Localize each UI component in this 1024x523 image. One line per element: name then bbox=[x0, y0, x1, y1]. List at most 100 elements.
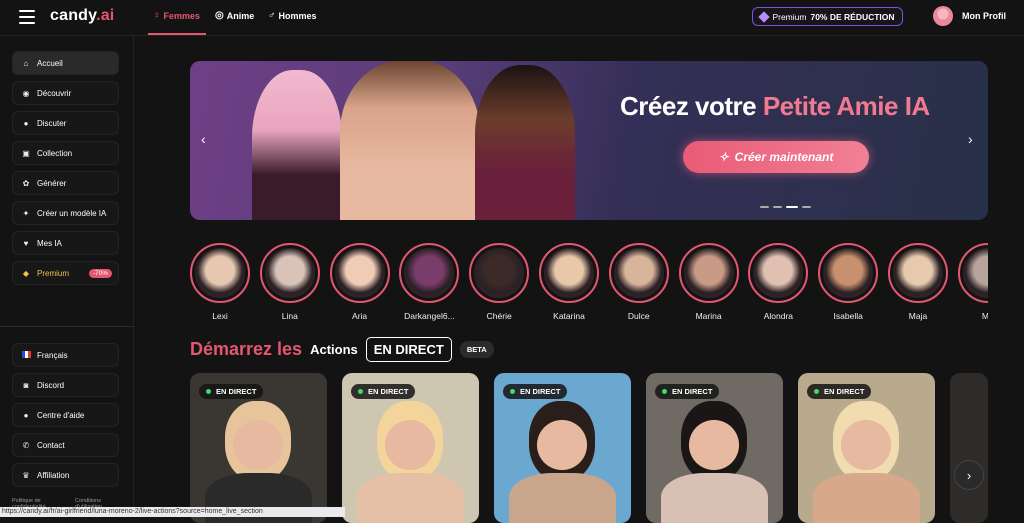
avatar bbox=[933, 6, 953, 26]
logo-text: candy bbox=[50, 7, 97, 24]
live-dot-icon bbox=[662, 389, 667, 394]
live-next-button[interactable]: › bbox=[954, 460, 984, 490]
logo[interactable]: candy.ai bbox=[50, 7, 114, 25]
tab-hommes[interactable]: ♂ Hommes bbox=[268, 10, 317, 21]
flag-fr-icon bbox=[21, 350, 31, 360]
home-icon: ⌂ bbox=[23, 58, 29, 68]
story-name: Lina bbox=[281, 311, 298, 321]
sidebar-item-generer[interactable]: ✿ Générer bbox=[12, 171, 119, 195]
banner-title-highlight: Petite Amie IA bbox=[762, 91, 930, 121]
live-badge-label: EN DIRECT bbox=[672, 387, 713, 396]
banner-character-3 bbox=[475, 65, 575, 220]
sidebar-item-premium[interactable]: ◆ Premium -70% bbox=[12, 261, 119, 285]
story-item[interactable]: Alondra bbox=[748, 243, 809, 321]
live-card[interactable]: EN DIRECT bbox=[798, 373, 935, 523]
story-name: Chérie bbox=[486, 311, 512, 321]
live-card[interactable]: EN DIRECT bbox=[342, 373, 479, 523]
story-avatar-ring bbox=[399, 243, 460, 303]
discord-icon: ◙ bbox=[23, 380, 29, 390]
sidebar-item-contact[interactable]: ✆ Contact bbox=[12, 433, 119, 457]
sidebar-item-collection[interactable]: ▣ Collection bbox=[12, 141, 119, 165]
story-item[interactable]: Lexi bbox=[190, 243, 250, 321]
banner-prev-icon[interactable]: ‹ bbox=[201, 131, 206, 147]
tab-femmes[interactable]: ♀ Femmes bbox=[153, 10, 200, 21]
card-body bbox=[661, 473, 768, 523]
story-item[interactable]: Marina bbox=[678, 243, 739, 321]
sidebar-item-label: Collection bbox=[37, 148, 73, 158]
sidebar-item-label: Découvrir bbox=[37, 88, 72, 98]
sidebar-item-label: Français bbox=[37, 350, 68, 360]
banner-character-2 bbox=[340, 61, 480, 220]
menu-icon[interactable] bbox=[19, 10, 35, 24]
discount-badge: -70% bbox=[88, 268, 112, 278]
story-item[interactable]: Isabella bbox=[818, 243, 879, 321]
sidebar-item-label: Générer bbox=[37, 178, 67, 188]
carousel-dots bbox=[760, 206, 811, 208]
anime-icon: ◎ bbox=[215, 10, 224, 21]
sidebar-item-label: Créer un modèle IA bbox=[37, 208, 107, 218]
live-dot-icon bbox=[358, 389, 363, 394]
magic-wand-icon: ✦ bbox=[22, 208, 30, 218]
story-name: Maja bbox=[908, 311, 928, 321]
sidebar-item-label: Centre d'aide bbox=[37, 410, 85, 420]
live-card[interactable]: EN DIRECT bbox=[494, 373, 631, 523]
sidebar-item-discord[interactable]: ◙ Discord bbox=[12, 373, 119, 397]
story-item[interactable]: Mo bbox=[957, 243, 988, 321]
story-avatar-ring bbox=[608, 243, 669, 303]
live-card[interactable]: EN DIRECT bbox=[646, 373, 783, 523]
premium-button[interactable]: Premium 70% DE RÉDUCTION bbox=[752, 7, 903, 26]
profile-menu[interactable]: Mon Profil bbox=[933, 6, 1006, 26]
sidebar-item-langue[interactable]: Français bbox=[12, 343, 119, 367]
sidebar-item-decouvrir[interactable]: ◉ Découvrir bbox=[12, 81, 119, 105]
story-avatar-ring bbox=[957, 243, 988, 303]
story-name: Dulce bbox=[627, 311, 650, 321]
live-badge-label: EN DIRECT bbox=[216, 387, 257, 396]
story-item[interactable]: Katarina bbox=[539, 243, 599, 321]
story-name: Marina bbox=[695, 311, 722, 321]
avatar bbox=[962, 248, 988, 298]
sidebar-item-creer-modele[interactable]: ✦ Créer un modèle IA bbox=[12, 201, 119, 225]
character-stories: Lexi Lina Aria Darkangel6... Chérie Katarina D… bbox=[190, 243, 988, 323]
sidebar-item-label: Mes IA bbox=[37, 238, 62, 248]
story-item[interactable]: Maja bbox=[888, 243, 948, 321]
sidebar-item-aide[interactable]: ● Centre d'aide bbox=[12, 403, 119, 427]
tab-label: Hommes bbox=[278, 10, 317, 21]
sidebar-item-discuter[interactable]: ● Discuter bbox=[12, 111, 119, 135]
avatar bbox=[613, 248, 664, 298]
story-item[interactable]: Lina bbox=[259, 243, 320, 321]
live-dot-icon bbox=[814, 389, 819, 394]
live-dot-icon bbox=[510, 389, 515, 394]
story-avatar-ring bbox=[539, 243, 599, 303]
story-name: Katarina bbox=[553, 311, 585, 321]
story-item[interactable]: Dulce bbox=[608, 243, 669, 321]
generate-icon: ✿ bbox=[22, 178, 30, 188]
premium-discount: 70% DE RÉDUCTION bbox=[810, 11, 895, 22]
live-badge: EN DIRECT bbox=[503, 384, 568, 399]
story-name: Alondra bbox=[763, 311, 794, 321]
live-badge: EN DIRECT bbox=[655, 384, 720, 399]
card-portrait bbox=[377, 401, 443, 481]
tab-anime[interactable]: ◎ Anime bbox=[215, 10, 254, 21]
story-item[interactable]: Aria bbox=[329, 243, 390, 321]
sidebar-item-label: Premium bbox=[37, 268, 70, 278]
section-title-white: Actions bbox=[310, 342, 358, 357]
story-name: Darkangel6... bbox=[404, 311, 455, 321]
sidebar-item-accueil[interactable]: ⌂ Accueil bbox=[12, 51, 119, 75]
live-badge-label: EN DIRECT bbox=[520, 387, 561, 396]
create-now-button[interactable]: ✧ Créer maintenant bbox=[683, 141, 869, 173]
sidebar-item-affiliation[interactable]: ♛ Affiliation bbox=[12, 463, 119, 487]
premium-label: Premium bbox=[772, 11, 807, 22]
sidebar-item-mes-ia[interactable]: ♥ Mes IA bbox=[12, 231, 119, 255]
compass-icon: ◉ bbox=[22, 88, 30, 98]
live-card[interactable]: EN DIRECT bbox=[190, 373, 327, 523]
card-body bbox=[509, 473, 616, 523]
avatar bbox=[195, 248, 245, 298]
hero-banner[interactable]: Créez votre Petite Amie IA ✧ Créer maint… bbox=[190, 61, 988, 220]
banner-next-icon[interactable]: › bbox=[968, 131, 973, 147]
female-symbol-icon: ♀ bbox=[153, 10, 161, 21]
live-card-partial[interactable] bbox=[950, 373, 988, 523]
story-avatar-ring bbox=[190, 243, 250, 303]
story-item[interactable]: Darkangel6... bbox=[399, 243, 460, 321]
avatar bbox=[823, 248, 874, 298]
story-item[interactable]: Chérie bbox=[469, 243, 530, 321]
